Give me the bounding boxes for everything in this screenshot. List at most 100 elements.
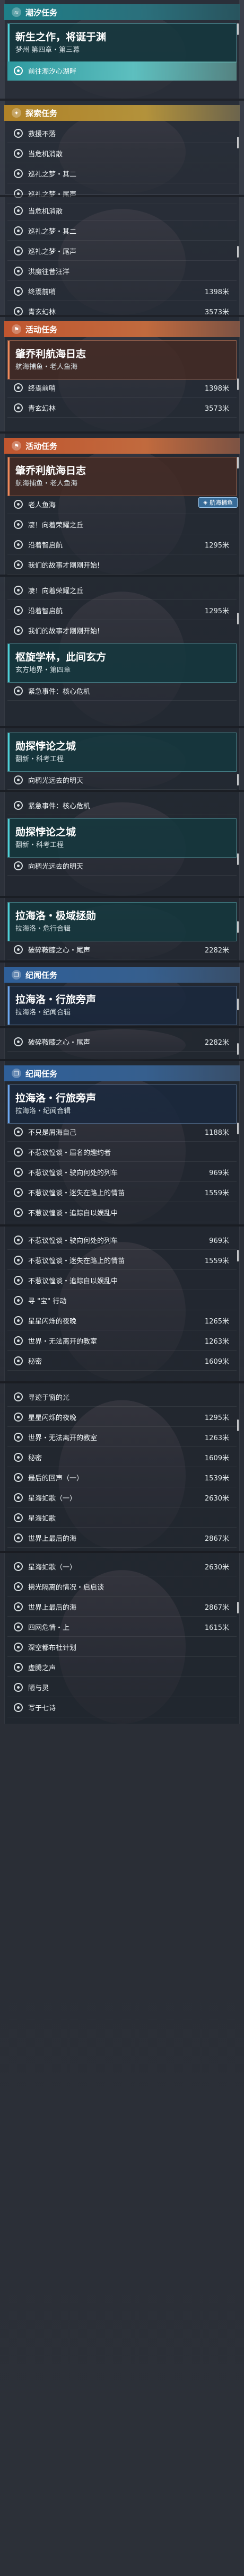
- book-icon: ❐: [12, 1069, 21, 1078]
- flag-icon: ⚑: [12, 324, 21, 334]
- quest-row[interactable]: 星海如歌（一） 2630米: [7, 1557, 237, 1576]
- quest-card[interactable]: 肇乔利航海日志 航海捕鱼・老人鱼海: [7, 340, 237, 380]
- quest-row[interactable]: 巡礼之梦・尾声: [7, 242, 237, 261]
- quest-target-icon: [14, 1703, 23, 1712]
- quest-row[interactable]: 不惹议惶谈・驶向何处的列车 969米: [7, 1163, 237, 1182]
- quest-target-icon: [14, 626, 23, 635]
- quest-row[interactable]: 凄！向着荣耀之丘: [7, 581, 237, 600]
- quest-target-icon: [14, 775, 23, 784]
- quest-row-label: 世界・无法离开的教室: [28, 1338, 98, 1346]
- quest-row[interactable]: 虚腾之声: [7, 1658, 237, 1677]
- scrollbar-thumb[interactable]: [237, 137, 239, 148]
- quest-row[interactable]: 凄！向着荣耀之丘: [7, 515, 237, 534]
- quest-row[interactable]: 星星闪烁的夜晚 1295米: [7, 1408, 237, 1427]
- quest-row[interactable]: 星海如歌: [7, 1508, 237, 1528]
- quest-row[interactable]: 世界上最后的海 2867米: [7, 1529, 237, 1548]
- quest-row[interactable]: 不惹议惶谈・眉名的趣约者: [7, 1143, 237, 1162]
- quest-row-label: 沿着智启航: [28, 542, 63, 550]
- quest-distance: 1609米: [204, 1358, 229, 1366]
- quest-card[interactable]: 拉海洛・行旅旁声 拉海洛・纪闻合辑: [7, 1084, 237, 1124]
- quest-row[interactable]: 不惹议惶谈・追踪自以娱乱中: [7, 1271, 237, 1290]
- quest-row-label: 破碎鞍膝之心・尾声: [28, 947, 91, 955]
- scrollbar-thumb[interactable]: [237, 999, 239, 1010]
- quest-row[interactable]: 当危机消散: [7, 201, 237, 220]
- quest-row[interactable]: 救援不落: [7, 124, 237, 143]
- quest-row[interactable]: 向稠光远去的明天: [7, 857, 237, 876]
- scrollbar-thumb[interactable]: [237, 378, 239, 390]
- quest-card[interactable]: 肇乔利航海日志 航海捕鱼・老人鱼海: [7, 457, 237, 496]
- quest-row[interactable]: 不只是屑海自己 1188米: [7, 1123, 237, 1142]
- quest-row[interactable]: 破碎鞍膝之心・尾声 2282米: [7, 940, 237, 959]
- quest-row[interactable]: 巡礼之梦・其二: [7, 164, 237, 183]
- quest-row[interactable]: 沿着智启航 1295米: [7, 535, 237, 554]
- quest-row[interactable]: 寻 "宝" 行动: [7, 1291, 237, 1310]
- quest-row[interactable]: 秘密 1609米: [7, 1352, 237, 1371]
- map-shortcut-badge[interactable]: ◈ 航海捕鱼: [198, 497, 238, 508]
- quest-target-icon: [14, 1413, 23, 1422]
- scrollbar-thumb[interactable]: [237, 921, 239, 933]
- scrollbar-thumb[interactable]: [237, 613, 239, 624]
- scrollbar-thumb[interactable]: [237, 774, 239, 786]
- quest-row[interactable]: 世界・无法离开的教室 1263米: [7, 1428, 237, 1447]
- quest-row[interactable]: 紧急事件：核心危机: [7, 796, 237, 815]
- quest-row[interactable]: 破碎鞍膝之心・尾声 2282米: [7, 1033, 237, 1052]
- quest-distance: 969米: [209, 1169, 229, 1177]
- quest-row[interactable]: 写于七诗: [7, 1698, 237, 1717]
- quest-row[interactable]: 四网危情・上 1615米: [7, 1618, 237, 1637]
- quest-row[interactable]: 紧急事件：核心危机: [7, 682, 237, 701]
- scrollbar-thumb[interactable]: [237, 246, 239, 258]
- quest-row[interactable]: 向稠光远去的明天: [7, 771, 237, 790]
- section-header[interactable]: ✦ 探索任务: [4, 105, 240, 121]
- section-header[interactable]: ⚑ 活动任务: [4, 438, 240, 454]
- scrollbar-thumb[interactable]: [237, 1123, 239, 1134]
- scrollbar-thumb[interactable]: [237, 853, 239, 865]
- quest-row[interactable]: 我们的故事才刚刚开始!: [7, 621, 237, 640]
- quest-card[interactable]: 枢旋学林，此间玄方 玄方地界・第四章: [7, 643, 237, 683]
- quest-row-label: 巡礼之梦・其二: [28, 171, 77, 179]
- scrollbar-thumb[interactable]: [237, 457, 239, 469]
- quest-row[interactable]: 终焉前哨 1398米: [7, 378, 237, 398]
- quest-row[interactable]: 不惹议惶谈・迷失在路上的情苗 1559米: [7, 1251, 237, 1270]
- quest-row[interactable]: 拂光隔离的情况・启启谈: [7, 1577, 237, 1596]
- section-header[interactable]: ⚑ 活动任务: [4, 321, 240, 337]
- scrollbar-thumb[interactable]: [237, 1419, 239, 1431]
- quest-row[interactable]: 世界・无法离开的教室 1263米: [7, 1331, 237, 1351]
- quest-row[interactable]: 巡礼之梦・其二: [7, 222, 237, 241]
- section-header[interactable]: ≈ 潮汐任务: [4, 4, 240, 20]
- scrollbar-thumb[interactable]: [237, 1043, 239, 1055]
- quest-card[interactable]: 新生之作，将诞于渊 梦州 第四章・第三幕: [7, 23, 237, 63]
- scrollbar-thumb[interactable]: [237, 1250, 239, 1261]
- quest-row[interactable]: 青玄幻林 3573米: [7, 399, 237, 418]
- scrollbar-thumb[interactable]: [237, 1602, 239, 1613]
- quest-card[interactable]: 拉海洛・行旅旁声 拉海洛・纪闻合辑: [7, 986, 237, 1025]
- quest-row[interactable]: 寻迹于窗的光: [7, 1388, 237, 1407]
- quest-row[interactable]: 前往潮汐心湖畔: [7, 61, 237, 81]
- scrollbar-thumb[interactable]: [237, 23, 239, 35]
- section-header[interactable]: ❐ 纪闻任务: [4, 967, 240, 983]
- quest-distance: 1265米: [204, 1318, 229, 1326]
- quest-row[interactable]: 不惹议惶谈・迷失在路上的情苗 1559米: [7, 1183, 237, 1202]
- quest-row[interactable]: 沿着智启航 1295米: [7, 601, 237, 620]
- quest-row[interactable]: 星星闪烁的夜晚 1265米: [7, 1311, 237, 1330]
- quest-row[interactable]: 最后的回声（一） 1539米: [7, 1468, 237, 1487]
- quest-row[interactable]: 洪魔往昔汪洋: [7, 262, 237, 281]
- quest-row[interactable]: 终焉前哨 1398米: [7, 282, 237, 301]
- quest-row[interactable]: 世界上最后的海 2867米: [7, 1598, 237, 1617]
- quest-row[interactable]: 我们的故事才刚刚开始!: [7, 555, 237, 575]
- quest-target-icon: [14, 1168, 23, 1177]
- quest-row-label: 当危机消散: [28, 151, 63, 158]
- quest-row[interactable]: 陋与灵: [7, 1678, 237, 1697]
- quest-card[interactable]: 勋探悖论之城 翻新・科考工程: [7, 733, 237, 772]
- section-header[interactable]: ❐ 纪闻任务: [4, 1065, 240, 1081]
- quest-distance: 2867米: [204, 1604, 229, 1612]
- quest-row[interactable]: 当危机消散: [7, 144, 237, 163]
- quest-card[interactable]: 勋探悖论之城 翻新・科考工程: [7, 818, 237, 858]
- quest-distance: 1263米: [204, 1434, 229, 1442]
- quest-row[interactable]: 深空都布社计划: [7, 1638, 237, 1657]
- quest-card[interactable]: 拉海洛・极域拯勋 拉海洛・危行合辑: [7, 902, 237, 941]
- quest-row[interactable]: 秘密 1609米: [7, 1448, 237, 1467]
- quest-row[interactable]: 不惹议惶谈・追踪自以娱乱中: [7, 1203, 237, 1222]
- quest-target-icon: [14, 1208, 23, 1217]
- quest-row[interactable]: 星海如歌（一） 2630米: [7, 1488, 237, 1507]
- quest-row[interactable]: 不惹议惶谈・驶向何处的列车 969米: [7, 1231, 237, 1250]
